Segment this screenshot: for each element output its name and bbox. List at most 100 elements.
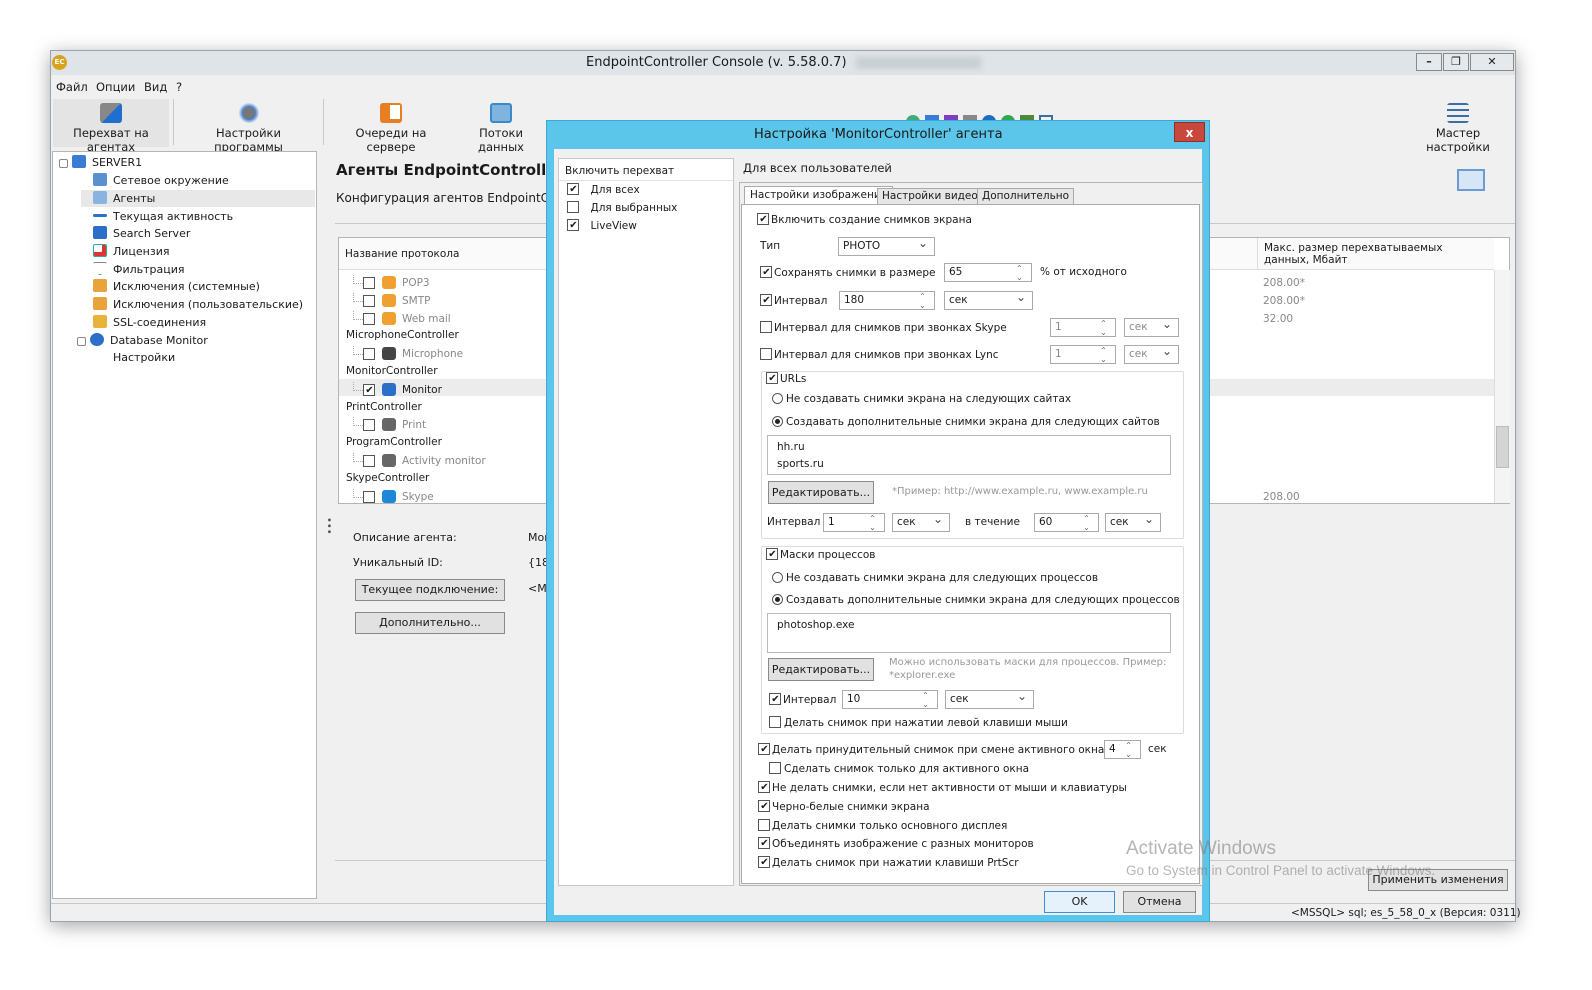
table-row[interactable]: Print — [339, 417, 426, 434]
row-checkbox[interactable] — [363, 383, 375, 396]
processes-list[interactable]: photoshop.exe — [767, 613, 1171, 653]
vertical-scrollbar[interactable] — [1494, 270, 1510, 503]
type-select[interactable]: PHOTO — [838, 235, 935, 256]
checkbox[interactable] — [769, 693, 781, 705]
skype-unit-select[interactable]: сек — [1124, 316, 1179, 337]
save-size-input[interactable]: 65 — [944, 263, 1032, 282]
splitter-handle[interactable]: ••• — [323, 517, 334, 535]
procs-radio-exclude[interactable]: Не создавать снимки экрана для следующих… — [772, 571, 1098, 584]
black-white-checkbox[interactable]: Черно-белые снимки экрана — [758, 800, 930, 813]
row-checkbox[interactable] — [363, 455, 375, 467]
checkbox[interactable] — [567, 219, 579, 231]
tree-item-ssl[interactable]: SSL-соединения — [93, 314, 206, 331]
table-row[interactable]: Skype 208.00 — [339, 488, 1300, 506]
checkbox[interactable] — [758, 743, 770, 755]
lync-interval-checkbox[interactable]: Интервал для снимков при звонках Lync — [760, 348, 999, 361]
enable-screenshots-checkbox[interactable]: Включить создание снимков экрана — [757, 213, 972, 226]
radio[interactable] — [772, 594, 783, 605]
urls-checkbox[interactable]: URLs — [766, 372, 806, 385]
urls-during-unit[interactable]: сек — [1105, 511, 1161, 532]
forced-interval-input[interactable]: 4 — [1104, 740, 1141, 759]
interval-input[interactable]: 180 — [839, 291, 935, 310]
checkbox[interactable] — [766, 372, 778, 384]
procs-radio-include[interactable]: Создавать дополнительные снимки экрана д… — [772, 593, 1180, 606]
checkbox[interactable] — [758, 837, 770, 849]
radio[interactable] — [772, 416, 783, 427]
list-item[interactable]: hh.ru — [777, 439, 1161, 456]
row-checkbox[interactable] — [363, 348, 375, 361]
toolbar-settings[interactable]: Настройки программы — [181, 99, 316, 154]
current-connection-button[interactable]: Текущее подключение: — [355, 579, 505, 601]
row-checkbox[interactable] — [363, 312, 375, 325]
list-item[interactable]: sports.ru — [777, 456, 1161, 473]
checkbox[interactable] — [758, 856, 770, 868]
checkbox[interactable] — [766, 548, 778, 560]
procs-interval-input[interactable]: 10 — [842, 690, 938, 709]
tree-item-activity[interactable]: Текущая активность — [93, 208, 233, 225]
intercept-for-selected[interactable]: Для выбранных — [567, 201, 677, 214]
skype-interval-input[interactable]: 1 — [1050, 318, 1116, 337]
checkbox[interactable] — [760, 348, 772, 360]
urls-radio-exclude[interactable]: Не создавать снимки экрана на следующих … — [772, 392, 1071, 405]
urls-during-input[interactable]: 60 — [1034, 513, 1099, 532]
prtscr-checkbox[interactable]: Делать снимок при нажатии клавиши PrtScr — [758, 856, 1019, 869]
collapse-icon[interactable] — [77, 337, 86, 346]
scrollbar-thumb[interactable] — [1496, 426, 1509, 468]
checkbox[interactable] — [760, 266, 772, 278]
menu-file[interactable]: Файл — [56, 80, 88, 94]
cancel-button[interactable]: Отмена — [1123, 891, 1196, 913]
save-size-checkbox[interactable]: Сохранять снимки в размере — [760, 266, 936, 279]
urls-radio-include[interactable]: Создавать дополнительные снимки экрана д… — [772, 415, 1160, 428]
checkbox[interactable] — [567, 201, 579, 213]
menu-options[interactable]: Опции — [96, 80, 135, 94]
checkbox[interactable] — [760, 294, 772, 306]
tree-item-license[interactable]: Лицензия — [93, 243, 169, 260]
table-row[interactable]: SMTP 208.00* — [339, 292, 1305, 310]
table-row[interactable]: POP3 208.00* — [339, 275, 1305, 292]
tab-image-settings[interactable]: Настройки изображения — [744, 186, 893, 205]
tree-item-db-settings[interactable]: Настройки — [113, 349, 175, 366]
forced-screenshot-checkbox[interactable]: Делать принудительный снимок при смене а… — [758, 743, 1139, 756]
row-checkbox[interactable] — [363, 277, 375, 289]
menu-help[interactable]: ? — [176, 80, 182, 94]
no-activity-checkbox[interactable]: Не делать снимки, если нет активности от… — [758, 781, 1127, 794]
menu-view[interactable]: Вид — [144, 80, 167, 94]
more-button[interactable]: Дополнительно... — [355, 612, 505, 634]
tree-item-filter[interactable]: Фильтрация — [93, 261, 185, 278]
lync-unit-select[interactable]: сек — [1124, 343, 1179, 364]
toolbar-intercept[interactable]: Перехват на агентах — [53, 99, 169, 154]
toolbar-queues[interactable]: Очереди на сервере — [331, 99, 451, 154]
intercept-for-all[interactable]: Для всех — [567, 183, 640, 196]
urls-interval-unit[interactable]: сек — [892, 511, 950, 532]
skype-interval-checkbox[interactable]: Интервал для снимков при звонках Skype — [760, 321, 1007, 334]
restore-button[interactable]: ❐ — [1443, 53, 1469, 71]
ok-button[interactable]: OK — [1044, 891, 1115, 913]
tab-additional[interactable]: Дополнительно — [977, 188, 1075, 205]
radio[interactable] — [772, 393, 783, 404]
collapse-icon[interactable] — [59, 159, 68, 168]
column-header-protocol[interactable]: Название протокола — [345, 248, 459, 260]
interval-unit-select[interactable]: сек — [944, 289, 1033, 310]
tab-video-settings[interactable]: Настройки видео — [877, 188, 983, 205]
procs-interval-checkbox[interactable]: Интервал — [769, 693, 836, 706]
process-masks-checkbox[interactable]: Маски процессов — [766, 548, 876, 561]
row-checkbox[interactable] — [363, 419, 375, 432]
radio[interactable] — [772, 572, 783, 583]
table-row[interactable]: Activity monitor — [339, 453, 486, 470]
checkbox[interactable] — [760, 321, 772, 333]
checkbox[interactable] — [758, 819, 770, 831]
interval-checkbox[interactable]: Интервал — [760, 294, 827, 307]
tree-item-agents[interactable]: Агенты — [81, 190, 315, 207]
active-window-only-checkbox[interactable]: Сделать снимок только для активного окна — [769, 762, 1029, 775]
dialog-close-button[interactable]: x — [1174, 122, 1205, 142]
list-item[interactable]: photoshop.exe — [777, 617, 1161, 634]
table-row[interactable]: Web mail 32.00 — [339, 310, 1293, 328]
checkbox[interactable] — [757, 213, 769, 225]
toolbar-streams[interactable]: Потоки данных — [456, 99, 546, 154]
column-header-max-size[interactable]: Макс. размер перехватываемых данных, Мба… — [1257, 238, 1487, 270]
intercept-liveview[interactable]: LiveView — [567, 219, 637, 232]
primary-display-checkbox[interactable]: Делать снимки только основного дисплея — [758, 819, 1007, 832]
checkbox[interactable] — [567, 183, 579, 195]
table-row[interactable]: Monitor — [339, 381, 442, 399]
procs-edit-button[interactable]: Редактировать... — [768, 658, 874, 681]
